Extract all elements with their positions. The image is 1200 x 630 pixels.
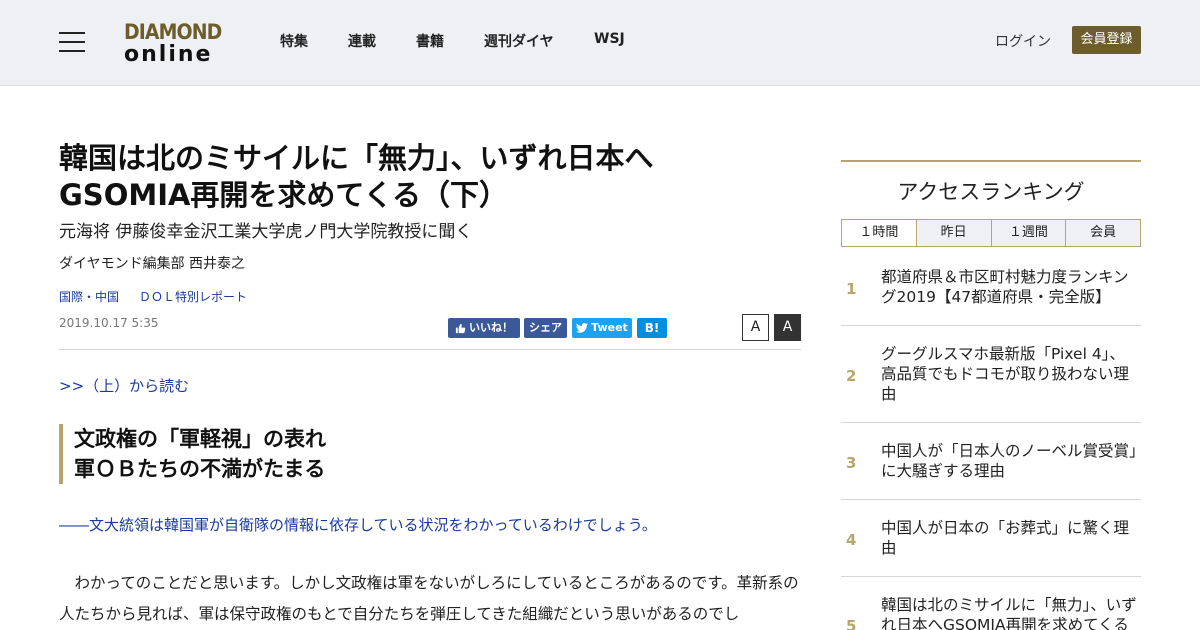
interview-question: ――文大統領は韓国軍が自衛隊の情報に依存している状況をわかっているわけでしょう。 [59, 516, 657, 534]
menu-icon-bar [59, 50, 85, 52]
font-size-small-button[interactable]: A [742, 314, 769, 341]
ranking-item[interactable]: 1 都道府県＆市区町村魅力度ランキング2019【47都道府県・完全版】 [841, 247, 1141, 326]
nav-item-features[interactable]: 特集 [280, 31, 308, 51]
ranking-headline: 中国人が「日本人のノーベル賞受賞」に大騒ぎする理由 [881, 442, 1137, 480]
previous-part-link[interactable]: >>（上）から読む [59, 375, 189, 396]
tweet-button[interactable]: Tweet [572, 318, 632, 338]
nav-item-series[interactable]: 連載 [348, 31, 376, 51]
category-link-dol-report[interactable]: ＤＯＬ特別レポート [139, 288, 247, 305]
font-size-large-button[interactable]: A [774, 314, 801, 341]
ranking-item[interactable]: 2 グーグルスマホ最新版「Pixel 4」、高品質でもドコモが取り扱わない理由 [841, 326, 1141, 423]
tab-members[interactable]: 会員 [1065, 220, 1140, 246]
ranking-item[interactable]: 5 韓国は北のミサイルに「無力」、いずれ日本へGSOMIA再開を求めてくる [841, 577, 1141, 630]
site-header: DIAMOND online 特集 連載 書籍 週刊ダイヤ WSJ ログイン 会… [0, 0, 1200, 86]
nav-item-weekly-diamond[interactable]: 週刊ダイヤ [484, 31, 554, 51]
menu-icon-bar [59, 41, 85, 43]
ranking-number: 4 [846, 531, 857, 549]
ranking-headline: 都道府県＆市区町村魅力度ランキング2019【47都道府県・完全版】 [881, 268, 1129, 306]
article-date: 2019.10.17 5:35 [59, 316, 159, 330]
ranking-tabs: １時間 昨日 １週間 会員 [841, 219, 1141, 247]
ranking-item[interactable]: 4 中国人が日本の「お葬式」に驚く理由 [841, 500, 1141, 577]
article-subtitle: 元海将 伊藤俊幸金沢工業大学虎ノ門大学院教授に聞く [59, 222, 473, 242]
ranking-headline: グーグルスマホ最新版「Pixel 4」、高品質でもドコモが取り扱わない理由 [881, 345, 1130, 403]
facebook-like-button[interactable]: いいね！ [448, 318, 520, 338]
nav-item-wsj[interactable]: WSJ [594, 31, 625, 47]
ranking-number: 2 [846, 367, 857, 385]
ranking-number: 1 [846, 280, 857, 298]
site-logo[interactable]: DIAMOND online [124, 20, 228, 67]
ranking-number: 3 [846, 454, 857, 472]
article-title-line: GSOMIA再開を求めてくる（下） [59, 178, 508, 212]
twitter-bird-icon [576, 323, 589, 333]
facebook-like-label: いいね！ [469, 321, 513, 334]
tab-1-hour[interactable]: １時間 [842, 220, 916, 246]
register-button[interactable]: 会員登録 [1072, 26, 1141, 54]
logo-bottom-text: online [124, 42, 213, 67]
menu-icon-bar [59, 32, 85, 34]
menu-icon[interactable] [59, 32, 85, 52]
article-author: ダイヤモンド編集部 西井泰之 [59, 256, 246, 272]
article-title: 韓国は北のミサイルに「無力」、いずれ日本へ GSOMIA再開を求めてくる（下） [59, 140, 759, 214]
article-body-paragraph: わかってのことだと思います。しかし文政権は軍をないがしろにしているところがあるの… [59, 574, 799, 623]
section-heading-line: 軍ＯＢたちの不満がたまる [74, 457, 326, 481]
facebook-share-label: シェア [529, 321, 562, 334]
tab-yesterday[interactable]: 昨日 [915, 220, 991, 246]
hatena-bookmark-button[interactable]: B! [637, 318, 667, 338]
logo-top-text: DIAMOND [124, 20, 222, 44]
nav-item-books[interactable]: 書籍 [416, 31, 444, 51]
hatena-bookmark-label: B! [644, 321, 660, 335]
ranking-headline: 韓国は北のミサイルに「無力」、いずれ日本へGSOMIA再開を求めてくる [881, 596, 1137, 630]
article-header-divider [59, 349, 801, 350]
ranking-top-border [841, 160, 1141, 162]
article-title-line: 韓国は北のミサイルに「無力」、いずれ日本へ [59, 141, 654, 175]
category-link-international[interactable]: 国際・中国 [59, 288, 119, 305]
section-heading: 文政権の「軍軽視」の表れ 軍ＯＢたちの不満がたまる [59, 424, 801, 484]
ranking-item[interactable]: 3 中国人が「日本人のノーベル賞受賞」に大騒ぎする理由 [841, 423, 1141, 500]
facebook-share-button[interactable]: シェア [524, 318, 567, 338]
tweet-label: Tweet [591, 321, 628, 334]
ranking-headline: 中国人が日本の「お葬式」に驚く理由 [881, 519, 1130, 557]
login-link[interactable]: ログイン [995, 31, 1051, 51]
ranking-title: アクセスランキング [897, 180, 1085, 204]
section-heading-line: 文政権の「軍軽視」の表れ [74, 427, 326, 451]
ranking-number: 5 [846, 617, 857, 630]
thumbs-up-icon [455, 323, 466, 333]
tab-1-week[interactable]: １週間 [990, 220, 1066, 246]
